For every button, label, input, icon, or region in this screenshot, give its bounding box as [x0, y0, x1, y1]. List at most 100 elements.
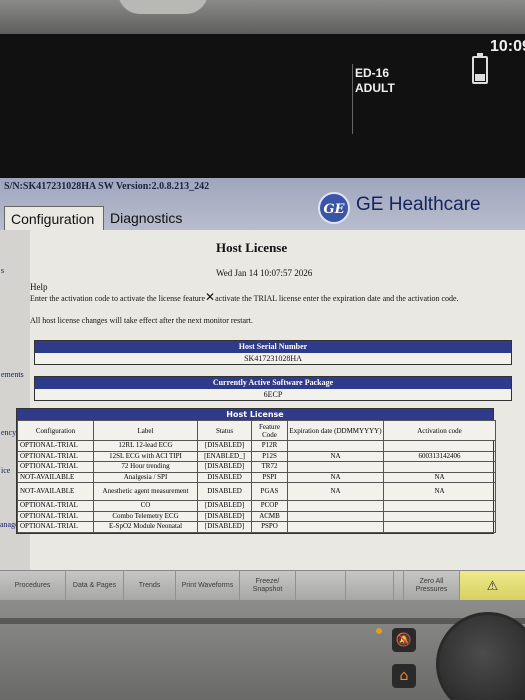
cell-label: E-SpO2 Module Neonatal — [93, 521, 198, 533]
blank-key-1[interactable] — [296, 571, 346, 601]
alarm-silence-button[interactable]: 🔕 — [392, 628, 416, 652]
table-row[interactable]: NOT-AVAILABLE Anesthetic agent measuremen… — [17, 482, 496, 501]
table-row[interactable]: NOT-AVAILABLE Analgesia / SPI DISABLED PSPI… — [17, 471, 496, 483]
home-icon: ⌂ — [399, 668, 409, 684]
cell-expiration-date[interactable] — [287, 461, 384, 473]
cell-feature-code: P12S — [251, 450, 288, 462]
cell-status: [DISABLED] — [197, 500, 252, 512]
home-button[interactable]: ⌂ — [392, 664, 416, 688]
column-header: Activation code — [383, 420, 496, 441]
trends-key[interactable]: Trends — [124, 571, 176, 601]
tab-diagnostics[interactable]: Diagnostics — [106, 206, 194, 228]
cell-label: 12RL 12-lead ECG — [93, 440, 198, 452]
cell-configuration: OPTIONAL-TRIAL — [17, 440, 94, 452]
clock-time: 10:09 — [490, 38, 525, 55]
cell-configuration: OPTIONAL-TRIAL — [17, 500, 94, 512]
cell-expiration-date[interactable] — [287, 440, 384, 452]
cell-expiration-date[interactable]: NA — [287, 471, 384, 483]
bell-off-icon: 🔕 — [395, 632, 413, 648]
table-row[interactable]: OPTIONAL-TRIAL E-SpO2 Module Neonatal [DIS… — [17, 521, 496, 533]
alarm-bell-icon[interactable]: ⚠ — [460, 571, 525, 601]
table-row[interactable]: OPTIONAL-TRIAL 12SL ECG with ACI TIPI [ENA… — [17, 450, 496, 462]
cell-activation-code[interactable]: 600313142406 — [383, 450, 496, 462]
blank-key-2[interactable] — [346, 571, 394, 601]
bed-label: ED-16 — [355, 66, 390, 80]
cell-configuration: OPTIONAL-TRIAL — [17, 461, 94, 473]
table-row[interactable]: OPTIONAL-TRIAL CO [DISABLED] PCOP — [17, 500, 496, 512]
cell-configuration: OPTIONAL-TRIAL — [17, 450, 94, 462]
host-serial-heading: Host Serial Number — [35, 341, 511, 353]
cell-configuration: NOT-AVAILABLE — [17, 482, 94, 501]
license-grid: Configuration Label Status Feature Code … — [17, 420, 496, 533]
softkey-bar: Procedures Data & Pages Trends Print Wav… — [0, 570, 525, 601]
zero-all-pressures-key[interactable]: Zero All Pressures — [404, 571, 460, 601]
cell-feature-code: PSPO — [251, 521, 288, 533]
cell-status: [DISABLED] — [197, 440, 252, 452]
column-header: Status — [197, 420, 252, 441]
cell-activation-code[interactable] — [383, 440, 496, 452]
help-link[interactable]: Help — [30, 282, 48, 292]
column-header: Feature Code — [251, 420, 288, 441]
cell-label: Combo Telemetry ECG — [93, 510, 198, 522]
cell-activation-code[interactable] — [383, 521, 496, 533]
menu-item-fragment[interactable]: ements — [1, 370, 24, 379]
print-waveforms-key[interactable]: Print Waveforms — [176, 571, 240, 601]
procedures-key[interactable]: Procedures — [0, 571, 66, 601]
cell-feature-code: P12R — [251, 440, 288, 452]
cell-expiration-date[interactable]: NA — [287, 450, 384, 462]
cell-status: DISABLED — [197, 471, 252, 483]
alarm-led — [376, 628, 382, 634]
software-package-box: Currently Active Software Package 6ECP — [34, 376, 512, 401]
cell-feature-code: PSPI — [251, 471, 288, 483]
menu-item-fragment[interactable]: s — [1, 266, 4, 275]
cell-configuration: OPTIONAL-TRIAL — [17, 510, 94, 522]
brand-name: GE Healthcare — [356, 194, 481, 215]
battery-icon — [472, 53, 488, 84]
column-header: Label — [93, 420, 198, 441]
tab-configuration[interactable]: Configuration — [4, 206, 104, 230]
cell-expiration-date[interactable]: NA — [287, 482, 384, 501]
software-package-value: 6ECP — [263, 390, 283, 399]
instructions-text-2: activate the TRIAL license enter the exp… — [215, 294, 459, 303]
cell-label: Analgesia / SPI — [93, 471, 198, 483]
cell-configuration: OPTIONAL-TRIAL — [17, 521, 94, 533]
bezel-handle — [118, 0, 208, 14]
cell-activation-code[interactable]: NA — [383, 482, 496, 501]
table-row[interactable]: OPTIONAL-TRIAL 12RL 12-lead ECG [DISABLED]… — [17, 440, 496, 452]
data-pages-key[interactable]: Data & Pages — [66, 571, 124, 601]
patient-info[interactable]: ED-16 ADULT — [352, 64, 464, 134]
cell-expiration-date[interactable] — [287, 500, 384, 512]
patient-type: ADULT — [355, 81, 395, 95]
cell-expiration-date[interactable] — [287, 510, 384, 522]
cell-configuration: NOT-AVAILABLE — [17, 471, 94, 483]
serial-version-line: S/N:SK417231028HA SW Version:2.0.8.213_2… — [4, 181, 210, 192]
cell-label: CO — [93, 500, 198, 512]
table-row[interactable]: OPTIONAL-TRIAL Combo Telemetry ECG [DISABL… — [17, 510, 496, 522]
menu-item-fragment[interactable]: ency — [1, 428, 16, 437]
instructions: Enter the activation code to activate th… — [30, 290, 510, 304]
host-license-heading: Host License — [17, 409, 493, 420]
cell-feature-code: PCOP — [251, 500, 288, 512]
table-row[interactable]: OPTIONAL-TRIAL 72 Hour trending [DISABLED]… — [17, 461, 496, 473]
close-icon: ✕ — [205, 290, 216, 304]
host-license-screen: S/N:SK417231028HA SW Version:2.0.8.213_2… — [0, 178, 525, 570]
monitor-top-bezel — [0, 0, 525, 36]
cell-status: DISABLED — [197, 482, 252, 501]
cell-status: [DISABLED] — [197, 461, 252, 473]
host-serial-box: Host Serial Number SK417231028HA — [34, 340, 512, 365]
menu-item-fragment[interactable]: ice — [1, 466, 10, 475]
table-header-row: Configuration Label Status Feature Code … — [17, 420, 496, 441]
cell-activation-code[interactable] — [383, 461, 496, 473]
host-license-table: Host License Configuration Label Status … — [16, 408, 496, 534]
column-header: Configuration — [17, 420, 94, 441]
cell-activation-code[interactable] — [383, 510, 496, 522]
cell-feature-code: PGAS — [251, 482, 288, 501]
blank-key-3[interactable] — [394, 571, 404, 601]
cell-status: [DISABLED] — [197, 521, 252, 533]
freeze-snapshot-key[interactable]: Freeze/ Snapshot — [240, 571, 296, 601]
cell-label: 72 Hour trending — [93, 461, 198, 473]
cell-expiration-date[interactable] — [287, 521, 384, 533]
cell-activation-code[interactable]: NA — [383, 471, 496, 483]
page-title: Host License — [216, 240, 288, 255]
cell-activation-code[interactable] — [383, 500, 496, 512]
